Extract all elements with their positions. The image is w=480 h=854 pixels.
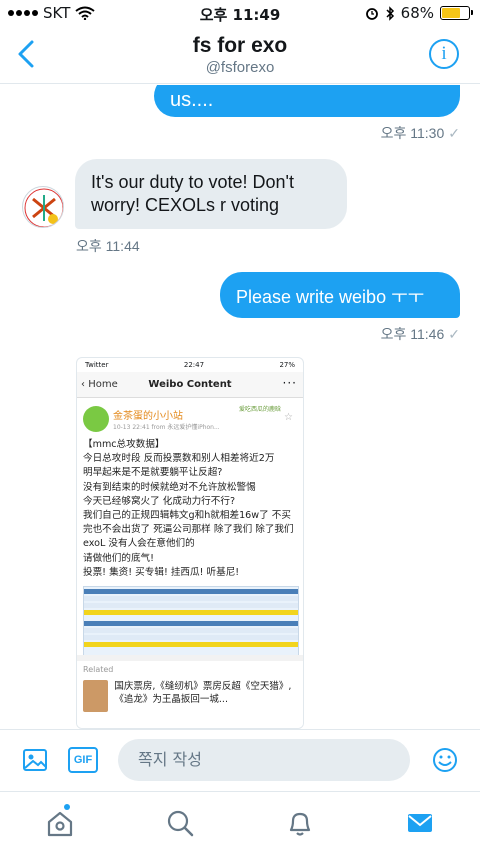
emoji-icon[interactable] [432, 747, 458, 773]
related-text: 国庆票房,《缝纫机》票房反超《空天猎》,《追龙》为王晶扳回一城... [114, 681, 292, 705]
weibo-author-name: 金茶蛋的小小站 [113, 411, 183, 422]
conversation-title: fs for exo [192, 34, 288, 57]
tab-messages[interactable] [405, 808, 435, 838]
battery-percent: 68% [400, 4, 434, 22]
weibo-status-bar: Twitter 22:47 27% [77, 358, 303, 372]
tab-home[interactable] [45, 808, 75, 838]
weibo-nav: ‹ Home Weibo Content ··· [77, 372, 303, 398]
weibo-post: 金茶蛋的小小站 10-13 22:41 from 永远爱护懂iPhon... 爱… [77, 398, 303, 660]
message-meta: 오후 11:30 ✓ [381, 123, 460, 143]
weibo-badge: 爱吃西瓜的鹿晗 [238, 406, 281, 413]
fanbase-logo-icon [24, 188, 63, 227]
tab-bar [0, 791, 480, 854]
search-icon [167, 810, 194, 837]
weibo-author-meta: 10-13 22:41 from 永远爱护懂iPhon... [113, 424, 220, 431]
weibo-nav-title: Weibo Content [148, 379, 232, 390]
vote-data-table-image [83, 586, 299, 657]
info-icon[interactable]: i [429, 39, 459, 69]
weibo-avatar [83, 406, 109, 432]
avatar[interactable] [22, 186, 64, 228]
weibo-carrier: Twitter [85, 361, 109, 369]
read-receipt-icon: ✓ [448, 326, 460, 342]
related-item: 国庆票房,《缝纫机》票房反超《空天猎》,《追龙》为王晶扳回一城... [77, 678, 303, 714]
weibo-battery: 27% [279, 361, 295, 369]
message-text: us.... [170, 89, 214, 111]
message-time: 오후 11:30 [380, 125, 445, 141]
bluetooth-icon [386, 5, 394, 21]
image-attachment[interactable]: Twitter 22:47 27% ‹ Home Weibo Content ·… [76, 357, 304, 729]
alarm-icon [365, 8, 378, 20]
tab-search[interactable] [165, 808, 195, 838]
read-receipt-icon: ✓ [448, 125, 460, 141]
status-right: 68% [365, 4, 473, 22]
message-time: 오후 11:46 [380, 326, 445, 342]
weibo-post-text: 【mmc总攻数据】 今日总攻时段 反而投票数和别人相差将近2万 明早起来是不是就… [83, 439, 294, 578]
message-meta: 오후 11:46 ✓ [381, 324, 460, 344]
weibo-time: 22:47 [183, 361, 205, 369]
messages-icon [408, 814, 432, 832]
compose-bar: GIF 쪽지 작성 [0, 729, 480, 791]
star-icon: ☆ [284, 412, 293, 423]
message-text: It's our duty to vote! Don't worry! CEXO… [91, 172, 294, 215]
notification-dot [64, 804, 70, 810]
related-thumbnail [83, 680, 109, 712]
message-bubble-outgoing[interactable]: us.... [154, 85, 460, 117]
related-label: Related [83, 665, 114, 674]
message-time: 오후 11:44 [76, 238, 140, 254]
battery-icon [440, 6, 473, 20]
message-bubble-outgoing[interactable]: Please write weibo ㅜㅜ [220, 272, 460, 318]
message-meta: 오후 11:44 [76, 236, 140, 256]
more-icon: ··· [282, 376, 297, 390]
weibo-author: 金茶蛋的小小站 10-13 22:41 from 永远爱护懂iPhon... 爱… [83, 402, 297, 436]
gif-icon[interactable]: GIF [68, 747, 98, 773]
status-bar: SKT 오후 11:49 68% [0, 0, 480, 28]
conversation-handle: @fsforexo [205, 59, 275, 76]
tab-notifications[interactable] [285, 808, 315, 838]
notifications-icon [289, 812, 311, 836]
media-icon[interactable] [22, 748, 48, 772]
conversation-header: fs for exo @fsforexo i [0, 28, 480, 84]
message-list[interactable]: us.... 오후 11:30 ✓ It's our duty to vote! … [0, 85, 480, 729]
message-input[interactable]: 쪽지 작성 [118, 739, 410, 781]
home-icon [47, 811, 73, 837]
weibo-related: Related 国庆票房,《缝纫机》票房反超《空天猎》,《追龙》为王晶扳回一城.… [77, 655, 303, 728]
message-bubble-incoming[interactable]: It's our duty to vote! Don't worry! CEXO… [75, 159, 347, 229]
message-text: Please write weibo ㅜㅜ [236, 287, 425, 307]
